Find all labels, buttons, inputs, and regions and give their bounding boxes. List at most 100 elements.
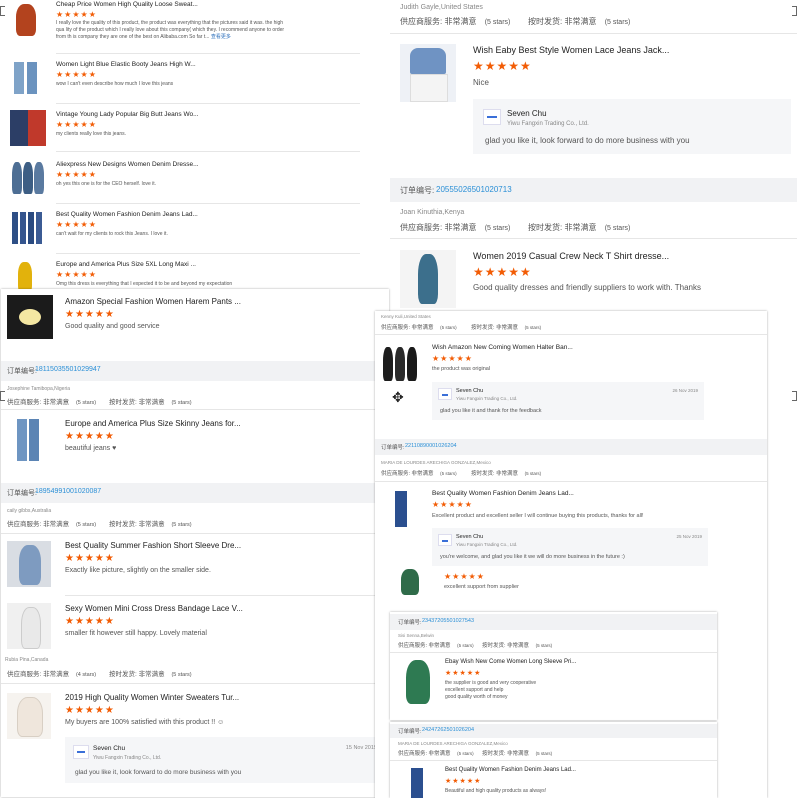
divider: [56, 203, 360, 204]
review-text: beautiful jeans ♥: [65, 445, 117, 452]
shipping-rating: 按时发货: 非常满意 (5 stars): [109, 399, 192, 406]
product-title[interactable]: Wish Amazon New Coming Women Halter Ban.…: [432, 344, 573, 351]
reply-text: you're welcome, and glad you like it we …: [440, 554, 625, 560]
product-title[interactable]: Ebay Wish New Come Women Long Sleeve Pri…: [445, 659, 576, 665]
seller-reply: Seven Chu Yiwu Fangxin Trading Co., Ltd.…: [432, 382, 704, 420]
order-header: 订单编号: 20555026501020713: [390, 178, 797, 202]
supplier-service-rating: 供应商服务: 非常满意 (5 stars): [381, 325, 457, 331]
divider: [56, 53, 360, 54]
seller-reply: Seven Chu Yiwu Fangxin Trading Co., Ltd.…: [65, 737, 385, 783]
product-title[interactable]: Wish Eaby Best Style Women Lace Jeans Ja…: [473, 45, 669, 55]
reply-date: 26 Nov 2019: [672, 388, 698, 393]
supplier-service-rating: 供应商服务: 非常满意 (5 stars): [7, 399, 97, 406]
reply-company: Yiwu Fangxin Trading Co., Ltd.: [456, 396, 518, 401]
view-more-link[interactable]: 查看更多: [211, 34, 231, 40]
edge-bracket-icon: [0, 6, 5, 16]
product-title[interactable]: 2019 High Quality Women Winter Sweaters …: [65, 693, 239, 702]
order-number-link[interactable]: 22110890001026204: [405, 443, 457, 449]
product-thumbnail[interactable]: [7, 417, 51, 463]
edge-bracket-icon: [792, 391, 797, 401]
review-panel-top-left: Cheap Price Women High Quality Loose Swe…: [0, 0, 385, 292]
supplier-service-rating: 供应商服务: 非常满意 (5 stars): [400, 223, 511, 232]
product-title[interactable]: Women Light Blue Elastic Booty Jeans Hig…: [56, 61, 196, 68]
reply-company: Yiwu Fangxin Trading Co., Ltd.: [93, 755, 162, 761]
product-thumbnail[interactable]: [10, 210, 48, 246]
divider: [390, 33, 797, 34]
rating-stars: ★★★★★: [445, 778, 482, 785]
order-number-link[interactable]: 18115035501029947: [35, 366, 101, 373]
review-text: Beautiful and high quality products as a…: [445, 788, 547, 794]
order-number-link[interactable]: 18954991001020087: [35, 488, 101, 495]
product-thumbnail[interactable]: [7, 693, 51, 739]
divider: [1, 683, 389, 684]
product-thumbnail[interactable]: [10, 110, 46, 146]
product-title[interactable]: Cheap Price Women High Quality Loose Swe…: [56, 1, 198, 8]
rating-stars: ★★★★★: [65, 616, 115, 627]
product-thumbnail[interactable]: [397, 567, 423, 597]
seller-reply: Seven Chu Yiwu Fangxin Trading Co., Ltd.…: [473, 99, 791, 154]
product-thumbnail[interactable]: [398, 658, 438, 706]
product-title[interactable]: Vintage Young Lady Popular Big Butt Jean…: [56, 111, 199, 118]
product-thumbnail[interactable]: [402, 766, 432, 798]
product-thumbnail[interactable]: [400, 250, 456, 308]
product-title[interactable]: Best Quality Women Fashion Denim Jeans L…: [432, 490, 574, 497]
product-thumbnail[interactable]: [7, 541, 51, 587]
buyer-name: Sisi Senna,Belwin: [398, 633, 435, 638]
product-title[interactable]: Europe and America Plus Size 5XL Long Ma…: [56, 261, 196, 268]
review-text: smaller fit however still happy. Lovely …: [65, 630, 207, 637]
rating-stars: ★★★★★: [56, 10, 97, 19]
product-thumbnail[interactable]: [10, 60, 44, 96]
product-title[interactable]: Women 2019 Casual Crew Neck T Shirt dres…: [473, 251, 669, 261]
divider: [375, 334, 767, 335]
shipping-rating: 按时发货: 非常满意 (5 stars): [528, 223, 631, 232]
product-thumbnail[interactable]: [400, 44, 456, 102]
product-thumbnail[interactable]: [10, 260, 40, 292]
divider: [1, 409, 389, 410]
seller-logo: [483, 109, 501, 125]
divider: [390, 652, 717, 653]
product-thumbnail[interactable]: [381, 489, 421, 529]
product-title[interactable]: Best Quality Women Fashion Denim Jeans L…: [445, 767, 576, 773]
order-header: 订单编号: 18954991001020087: [1, 483, 389, 503]
rating-stars: ★★★★★: [432, 354, 473, 363]
reply-text: glad you like it and thank for the feedb…: [440, 408, 542, 414]
move-cursor-icon: ✥: [392, 389, 404, 405]
product-thumbnail[interactable]: [7, 295, 53, 339]
product-title[interactable]: Best Quality Summer Fashion Short Sleeve…: [65, 541, 241, 550]
product-title[interactable]: Sexy Women Mini Cross Dress Bandage Lace…: [65, 604, 243, 613]
product-title[interactable]: Best Quality Women Fashion Denim Jeans L…: [56, 211, 198, 218]
divider: [65, 595, 389, 596]
product-thumbnail[interactable]: [10, 160, 46, 196]
buyer-name: Josephine Tamibopa,Nigeria: [7, 386, 71, 392]
product-thumbnail[interactable]: [7, 603, 51, 649]
product-title[interactable]: Europe and America Plus Size Skinny Jean…: [65, 419, 241, 428]
review-text: Exactly like picture, slightly on the sm…: [65, 567, 211, 574]
product-thumbnail[interactable]: [10, 2, 42, 38]
shipping-rating: 按时发货: 非常满意 (5 stars): [482, 751, 553, 757]
rating-stars: ★★★★★: [56, 70, 97, 79]
reply-text: glad you like it, look forward to do mor…: [75, 769, 242, 776]
product-title[interactable]: Aliexpress New Designs Women Denim Dress…: [56, 161, 199, 168]
supplier-service-rating: 供应商服务: 非常满意 (5 stars): [398, 643, 474, 649]
shipping-rating: 按时发货: 非常满意 (5 stars): [528, 17, 631, 26]
buyer-name: caily gibbs,Australia: [7, 508, 52, 514]
order-header: 订单编号: 24247262501026204: [390, 724, 717, 738]
review-text: good quality worth of money: [445, 694, 508, 700]
review-panel-top-right: Judith Gayle,United States 供应商服务: 非常满意 (…: [390, 0, 797, 318]
edge-bracket-icon: [792, 6, 797, 16]
review-text: can't wait for my clients to rock this J…: [56, 231, 168, 237]
review-text: the supplier is good and very cooperativ…: [445, 680, 537, 686]
buyer-name: MARIA DE LOURDES ARECHIGA GONZALEZ,Mexic…: [381, 460, 491, 465]
product-title[interactable]: Amazon Special Fashion Women Harem Pants…: [65, 297, 241, 306]
rating-stars: ★★★★★: [473, 265, 532, 279]
order-number-link[interactable]: 23437205501027543: [422, 618, 474, 624]
divider: [390, 238, 797, 239]
order-header: 订单编号: 22110890001026204: [375, 439, 767, 455]
reply-company: Yiwu Fangxin Trading Co., Ltd.: [507, 121, 589, 127]
supplier-service-rating: 供应商服务: 非常满意 (5 stars): [398, 751, 474, 757]
review-text: wow I can't even describe how much I lov…: [56, 81, 174, 87]
product-thumbnail[interactable]: [381, 343, 421, 383]
order-number-link[interactable]: 20555026501020713: [436, 185, 512, 194]
buyer-name: Judith Gayle,United States: [400, 4, 483, 11]
order-number-link[interactable]: 24247262501026204: [422, 727, 474, 733]
